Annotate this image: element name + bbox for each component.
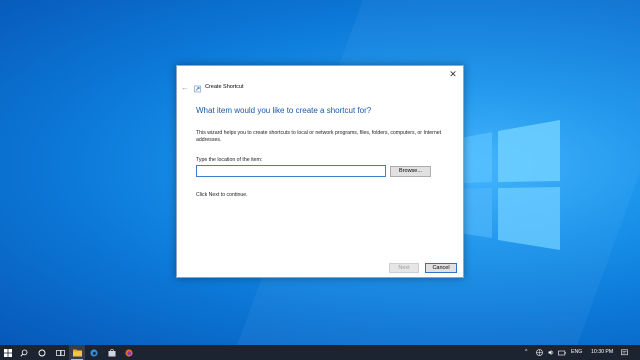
windows-start-icon[interactable]	[0, 345, 16, 360]
continue-hint: Click Next to continue.	[196, 192, 248, 198]
page-heading: What item would you like to create a sho…	[196, 106, 372, 115]
store-icon[interactable]	[104, 345, 120, 360]
file-explorer-icon[interactable]	[69, 345, 85, 360]
search-icon[interactable]	[16, 345, 32, 360]
volume-icon[interactable]	[546, 345, 556, 360]
notification-icon[interactable]	[618, 345, 630, 360]
firefox-icon[interactable]	[121, 345, 137, 360]
cancel-button[interactable]: Cancel	[425, 263, 457, 273]
next-button[interactable]: Next	[389, 263, 419, 273]
clock[interactable]: 10:30 PM	[591, 345, 613, 360]
back-arrow-icon: ←	[181, 83, 189, 92]
close-icon: ✕	[449, 68, 457, 79]
task-view-icon[interactable]	[52, 345, 68, 360]
create-shortcut-dialog: ✕ ← Create Shortcut What item would you …	[176, 65, 464, 278]
wizard-title: Create Shortcut	[205, 84, 244, 90]
location-label: Type the location of the item:	[196, 157, 263, 163]
wizard-description: This wizard helps you to create shortcut…	[196, 130, 442, 143]
back-button[interactable]: ←	[181, 83, 191, 93]
shortcut-wizard-icon	[194, 85, 201, 93]
taskbar: ^ ENG 10:30 PM	[0, 345, 640, 360]
network-icon[interactable]	[534, 345, 544, 360]
close-button[interactable]: ✕	[445, 67, 461, 81]
language-indicator[interactable]: ENG	[571, 345, 582, 360]
cortana-icon[interactable]	[34, 345, 50, 360]
browse-button[interactable]: Browse...	[390, 166, 431, 177]
tray-chevron-icon[interactable]: ^	[525, 345, 527, 360]
edge-icon[interactable]	[86, 345, 102, 360]
location-input[interactable]	[196, 165, 386, 177]
battery-icon[interactable]	[557, 345, 567, 360]
